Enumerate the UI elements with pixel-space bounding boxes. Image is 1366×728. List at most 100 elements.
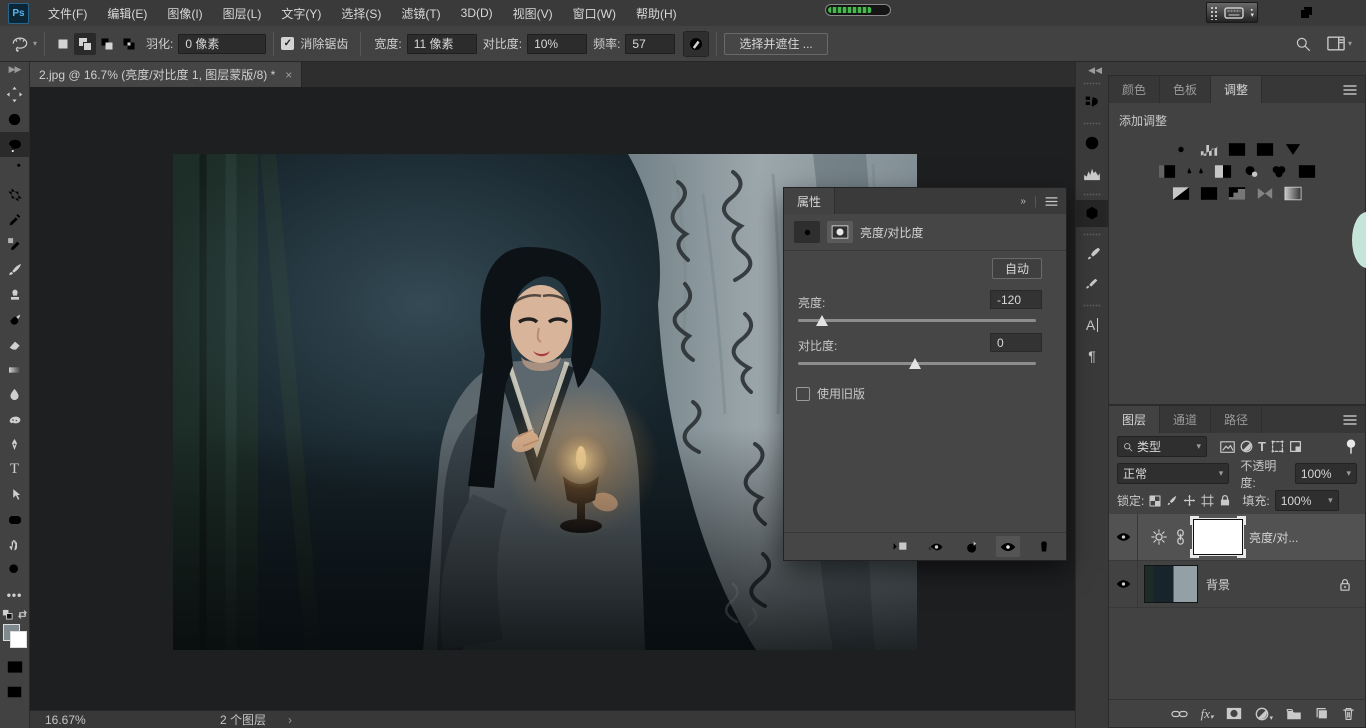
layer-visibility-toggle[interactable] <box>1109 561 1138 607</box>
character-panel-icon[interactable]: A <box>1076 311 1109 338</box>
filter-smart-objects-icon[interactable] <box>1289 440 1302 453</box>
clone-stamp-tool[interactable] <box>0 282 30 307</box>
filter-toggle-pin[interactable] <box>1345 439 1357 454</box>
layer-filter-type-select[interactable]: 类型▾ <box>1117 436 1207 457</box>
invert-icon[interactable] <box>1172 186 1191 201</box>
menu-type[interactable]: 文字(Y) <box>271 0 331 26</box>
curves-icon[interactable] <box>1228 142 1247 157</box>
window-minimize-button[interactable] <box>1262 0 1290 24</box>
use-legacy-checkbox[interactable] <box>796 387 810 401</box>
lock-artboard-icon[interactable] <box>1201 494 1214 507</box>
toolbar-collapse-icon[interactable]: ▶▶ <box>9 64 21 78</box>
exposure-icon[interactable] <box>1256 142 1275 157</box>
layer-name[interactable]: 亮度/对... <box>1249 529 1298 546</box>
layer-mask-thumbnail[interactable] <box>1193 519 1243 555</box>
menu-filter[interactable]: 滤镜(T) <box>391 0 450 26</box>
frequency-input[interactable]: 57 <box>625 34 675 54</box>
menu-file[interactable]: 文件(F) <box>38 0 97 26</box>
crop-tool[interactable] <box>0 182 30 207</box>
type-tool[interactable]: T <box>0 457 30 482</box>
learn-panel-icon[interactable] <box>1076 129 1109 156</box>
libraries-panel-icon[interactable] <box>1076 200 1109 227</box>
layer-visibility-toggle[interactable] <box>1109 514 1138 560</box>
panel-menu-icon[interactable] <box>1045 197 1058 206</box>
toggle-visibility-icon[interactable] <box>996 536 1020 557</box>
new-group-icon[interactable] <box>1286 708 1302 720</box>
subtract-from-selection-mode-button[interactable] <box>96 33 118 55</box>
window-restore-button[interactable] <box>1292 0 1320 24</box>
lock-position-icon[interactable] <box>1183 494 1196 507</box>
feather-input[interactable]: 0 像素 <box>178 34 266 54</box>
dock-expand-icon[interactable]: ◀◀ <box>1088 65 1102 76</box>
filter-adjustment-layers-icon[interactable] <box>1240 440 1253 453</box>
pen-tool[interactable] <box>0 432 30 457</box>
tab-channels[interactable]: 通道 <box>1160 406 1211 433</box>
elliptical-marquee-tool[interactable] <box>0 107 30 132</box>
zoom-level-field[interactable]: 16.67% <box>45 713 115 727</box>
clip-to-layer-icon[interactable] <box>888 536 912 557</box>
intersect-selection-mode-button[interactable] <box>118 33 140 55</box>
new-layer-icon[interactable] <box>1315 707 1329 720</box>
document-tab[interactable]: 2.jpg @ 16.7% (亮度/对比度 1, 图层蒙版/8) * × <box>30 62 302 87</box>
blur-tool[interactable] <box>0 382 30 407</box>
selective-color-icon[interactable] <box>1256 186 1275 201</box>
opacity-select[interactable]: 100%▾ <box>1295 463 1357 484</box>
menu-edit[interactable]: 编辑(E) <box>97 0 157 26</box>
collapse-panel-icon[interactable]: » <box>1020 196 1026 207</box>
layer-thumbnail[interactable] <box>1144 565 1198 603</box>
magnetic-lasso-tool[interactable] <box>0 132 30 157</box>
brightness-value-field[interactable]: -120 <box>990 290 1042 309</box>
contrast-value-field[interactable]: 0 <box>990 333 1042 352</box>
tab-color[interactable]: 颜色 <box>1109 76 1160 103</box>
workspace-switcher-icon[interactable]: ▾ <box>1327 36 1352 51</box>
layer-row-background[interactable]: 背景 <box>1109 561 1365 608</box>
photo-filter-icon[interactable] <box>1242 164 1261 179</box>
delete-layer-icon[interactable] <box>1342 707 1355 721</box>
link-layers-icon[interactable] <box>1171 709 1188 719</box>
add-to-selection-mode-button[interactable] <box>74 33 96 55</box>
pen-pressure-toggle[interactable] <box>683 31 709 57</box>
history-brush-tool[interactable] <box>0 307 30 332</box>
input-method-keyboard-widget[interactable]: ▪▾ <box>1206 2 1258 23</box>
color-balance-icon[interactable] <box>1186 164 1205 179</box>
default-colors-icon[interactable] <box>2 609 13 620</box>
menu-window[interactable]: 窗口(W) <box>563 0 626 26</box>
sponge-tool[interactable] <box>0 407 30 432</box>
path-selection-tool[interactable] <box>0 482 30 507</box>
eraser-tool[interactable] <box>0 332 30 357</box>
tool-preset-picker[interactable]: ▾ <box>10 34 37 54</box>
menu-select[interactable]: 选择(S) <box>331 0 391 26</box>
layer-name[interactable]: 背景 <box>1206 576 1230 593</box>
lock-pixels-icon[interactable] <box>1166 495 1178 507</box>
auto-button[interactable]: 自动 <box>992 258 1042 279</box>
layer-row-brightness-contrast[interactable]: 亮度/对... <box>1109 514 1365 561</box>
menu-3d[interactable]: 3D(D) <box>451 0 503 26</box>
posterize-icon[interactable] <box>1200 186 1219 201</box>
search-icon[interactable] <box>1295 36 1311 52</box>
quick-selection-tool[interactable] <box>0 157 30 182</box>
window-close-button[interactable] <box>1328 0 1356 24</box>
add-layer-mask-icon[interactable] <box>1226 707 1242 720</box>
threshold-icon[interactable] <box>1228 186 1247 201</box>
gradient-map-icon[interactable] <box>1284 186 1303 201</box>
reset-adjustment-icon[interactable] <box>960 536 984 557</box>
properties-panel[interactable]: 属性 » | 亮度/对比度 自动 亮度: -120 对比度: 0 使用旧版 <box>783 187 1067 561</box>
edit-toolbar-button[interactable]: ••• <box>0 582 30 607</box>
contrast-slider-thumb[interactable] <box>909 358 921 369</box>
menu-help[interactable]: 帮助(H) <box>626 0 687 26</box>
menu-layer[interactable]: 图层(L) <box>213 0 272 26</box>
contrast-slider[interactable] <box>798 362 1036 365</box>
color-lookup-icon[interactable] <box>1298 164 1317 179</box>
menu-image[interactable]: 图像(I) <box>157 0 212 26</box>
menu-view[interactable]: 视图(V) <box>503 0 563 26</box>
hand-tool[interactable] <box>0 532 30 557</box>
tab-properties[interactable]: 属性 <box>784 188 835 214</box>
brightness-slider[interactable] <box>798 319 1036 322</box>
mask-link-icon[interactable] <box>1176 529 1185 545</box>
hue-saturation-icon[interactable] <box>1158 164 1177 179</box>
quick-mask-button[interactable] <box>0 654 30 679</box>
panel-menu-icon[interactable] <box>1343 85 1357 95</box>
black-white-icon[interactable] <box>1214 164 1233 179</box>
view-previous-state-icon[interactable] <box>924 536 948 557</box>
channel-mixer-icon[interactable] <box>1270 164 1289 179</box>
